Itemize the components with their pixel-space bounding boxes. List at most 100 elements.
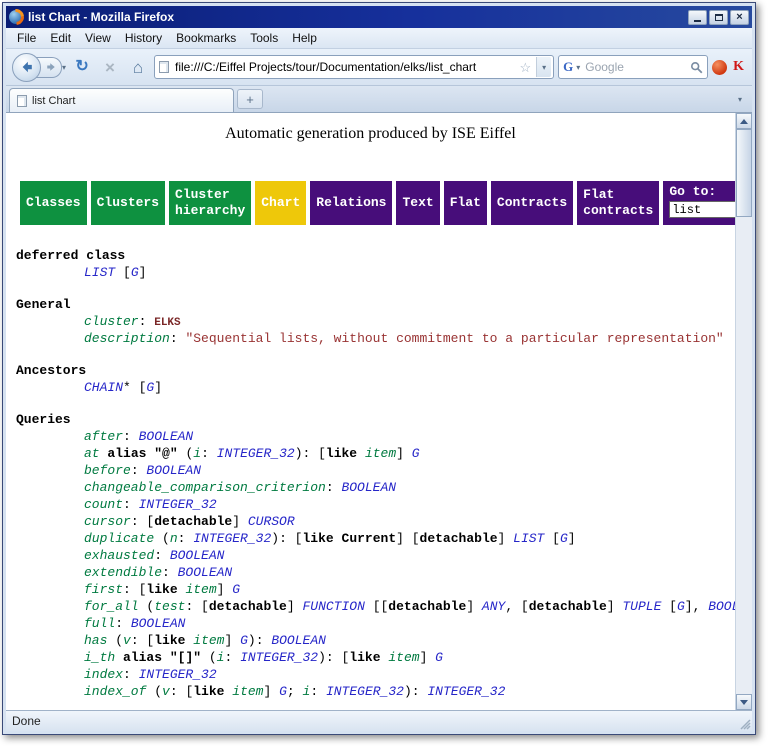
close-button[interactable]: × <box>730 10 749 25</box>
window-controls: × <box>688 10 749 25</box>
class-link[interactable]: INTEGER_32 <box>326 684 404 699</box>
class-link[interactable]: G <box>412 446 420 461</box>
new-tab-button[interactable]: + <box>237 89 263 109</box>
class-link[interactable]: INTEGER_32 <box>139 497 217 512</box>
class-link[interactable]: BOOLEAN <box>170 548 225 563</box>
code-token: cursor <box>84 514 131 529</box>
code-token: [ <box>115 265 131 280</box>
page-favicon <box>159 61 169 73</box>
code-token: item <box>185 582 216 597</box>
class-link[interactable]: INTEGER_32 <box>193 531 271 546</box>
menu-item[interactable]: File <box>10 28 43 48</box>
window-title: list Chart - Mozilla Firefox <box>28 10 174 24</box>
url-dropdown-button[interactable]: ▾ <box>536 57 551 77</box>
class-link[interactable]: BOOLEAN <box>146 463 201 478</box>
code-token: ] [ <box>396 531 419 546</box>
google-logo-icon[interactable]: G <box>563 59 573 75</box>
refresh-button[interactable]: ↻ <box>70 55 94 79</box>
class-link[interactable]: FUNCTION <box>302 599 364 614</box>
class-link[interactable]: CHAIN <box>84 380 123 395</box>
code-line: exhausted: BOOLEAN <box>6 547 735 564</box>
class-link[interactable]: CURSOR <box>248 514 295 529</box>
history-dropdown-arrow[interactable]: ▾ <box>62 63 66 72</box>
scrollbar-thumb[interactable] <box>736 129 752 217</box>
class-link[interactable]: BOOLEAN <box>139 429 194 444</box>
nav-button[interactable]: Chart <box>255 181 306 225</box>
menu-bar: FileEditViewHistoryBookmarksToolsHelp <box>6 28 752 49</box>
nav-button-label: Relations <box>316 195 386 211</box>
code-token: like <box>154 633 185 648</box>
class-link[interactable]: G <box>279 684 287 699</box>
kaspersky-addon-icon[interactable]: K <box>731 59 746 75</box>
class-link[interactable]: G <box>677 599 685 614</box>
class-link[interactable]: INTEGER_32 <box>217 446 295 461</box>
class-link[interactable]: G <box>232 582 240 597</box>
back-button[interactable] <box>12 53 41 82</box>
tab-list-chart[interactable]: list Chart <box>9 88 234 112</box>
class-link[interactable]: BOOLEAN <box>341 480 396 495</box>
class-link[interactable]: TUPLE <box>622 599 661 614</box>
class-link[interactable]: BOOLEAN <box>178 565 233 580</box>
code-token: : <box>201 446 217 461</box>
code-line: deferred class <box>6 247 735 264</box>
minimize-button[interactable] <box>688 10 707 25</box>
class-link[interactable]: LIST <box>513 531 544 546</box>
class-link[interactable]: BOOLEAN <box>271 633 326 648</box>
resize-grip[interactable] <box>738 717 751 730</box>
code-line: full: BOOLEAN <box>6 615 735 632</box>
nav-button[interactable]: Cluster hierarchy <box>169 181 251 225</box>
class-link[interactable]: INTEGER_32 <box>240 650 318 665</box>
nav-button[interactable]: Classes <box>20 181 87 225</box>
list-all-tabs-button[interactable]: ▾ <box>731 89 749 109</box>
nav-button-label: Flat <box>450 195 481 211</box>
menu-item[interactable]: History <box>118 28 169 48</box>
bookmark-star-icon[interactable]: ☆ <box>518 61 532 74</box>
code-token: ( <box>139 599 155 614</box>
goto-input[interactable] <box>669 201 735 218</box>
menu-item[interactable]: Bookmarks <box>169 28 243 48</box>
class-link[interactable]: INTEGER_32 <box>427 684 505 699</box>
code-token: cluster <box>84 314 139 329</box>
scroll-up-button[interactable] <box>736 113 752 129</box>
menu-item[interactable]: Tools <box>243 28 285 48</box>
scroll-down-button[interactable] <box>736 694 752 710</box>
code-token: : <box>178 531 194 546</box>
addon-icon[interactable] <box>712 60 727 75</box>
nav-button[interactable]: Flat contracts <box>577 181 659 225</box>
code-token: item <box>388 650 419 665</box>
code-token: changeable_comparison_criterion <box>84 480 326 495</box>
maximize-button[interactable] <box>709 10 728 25</box>
class-link[interactable]: G <box>240 633 248 648</box>
menu-item[interactable]: Help <box>285 28 324 48</box>
class-link[interactable]: G <box>131 265 139 280</box>
menu-item[interactable]: View <box>78 28 118 48</box>
class-link[interactable]: INTEGER_32 <box>139 667 217 682</box>
search-magnifier-icon[interactable] <box>690 61 703 74</box>
code-line: has (v: [like item] G): BOOLEAN <box>6 632 735 649</box>
url-input[interactable] <box>173 59 514 75</box>
code-token: ] <box>568 531 576 546</box>
nav-button[interactable]: Flat <box>444 181 487 225</box>
code-token: [ <box>544 531 560 546</box>
nav-button[interactable]: Contracts <box>491 181 573 225</box>
class-link[interactable]: BOOLEAN <box>708 599 735 614</box>
nav-button[interactable]: Relations <box>310 181 392 225</box>
firefox-icon <box>9 10 23 24</box>
code-line: after: BOOLEAN <box>6 428 735 445</box>
search-engine-dropdown-arrow[interactable]: ▾ <box>576 63 580 72</box>
class-link[interactable]: G <box>435 650 443 665</box>
class-link[interactable]: ANY <box>482 599 505 614</box>
code-token: ELKS <box>154 317 180 329</box>
nav-button[interactable]: Text <box>396 181 439 225</box>
class-link[interactable]: BOOLEAN <box>131 616 186 631</box>
home-button[interactable]: ⌂ <box>126 55 150 79</box>
stop-button[interactable]: × <box>98 55 122 79</box>
class-link[interactable]: G <box>560 531 568 546</box>
code-token: n <box>170 531 178 546</box>
class-link[interactable]: LIST <box>84 265 115 280</box>
menu-item[interactable]: Edit <box>43 28 78 48</box>
nav-button[interactable]: Clusters <box>91 181 165 225</box>
code-token: ( <box>154 531 170 546</box>
search-input[interactable] <box>583 59 687 75</box>
scrollbar-track[interactable] <box>736 129 752 694</box>
